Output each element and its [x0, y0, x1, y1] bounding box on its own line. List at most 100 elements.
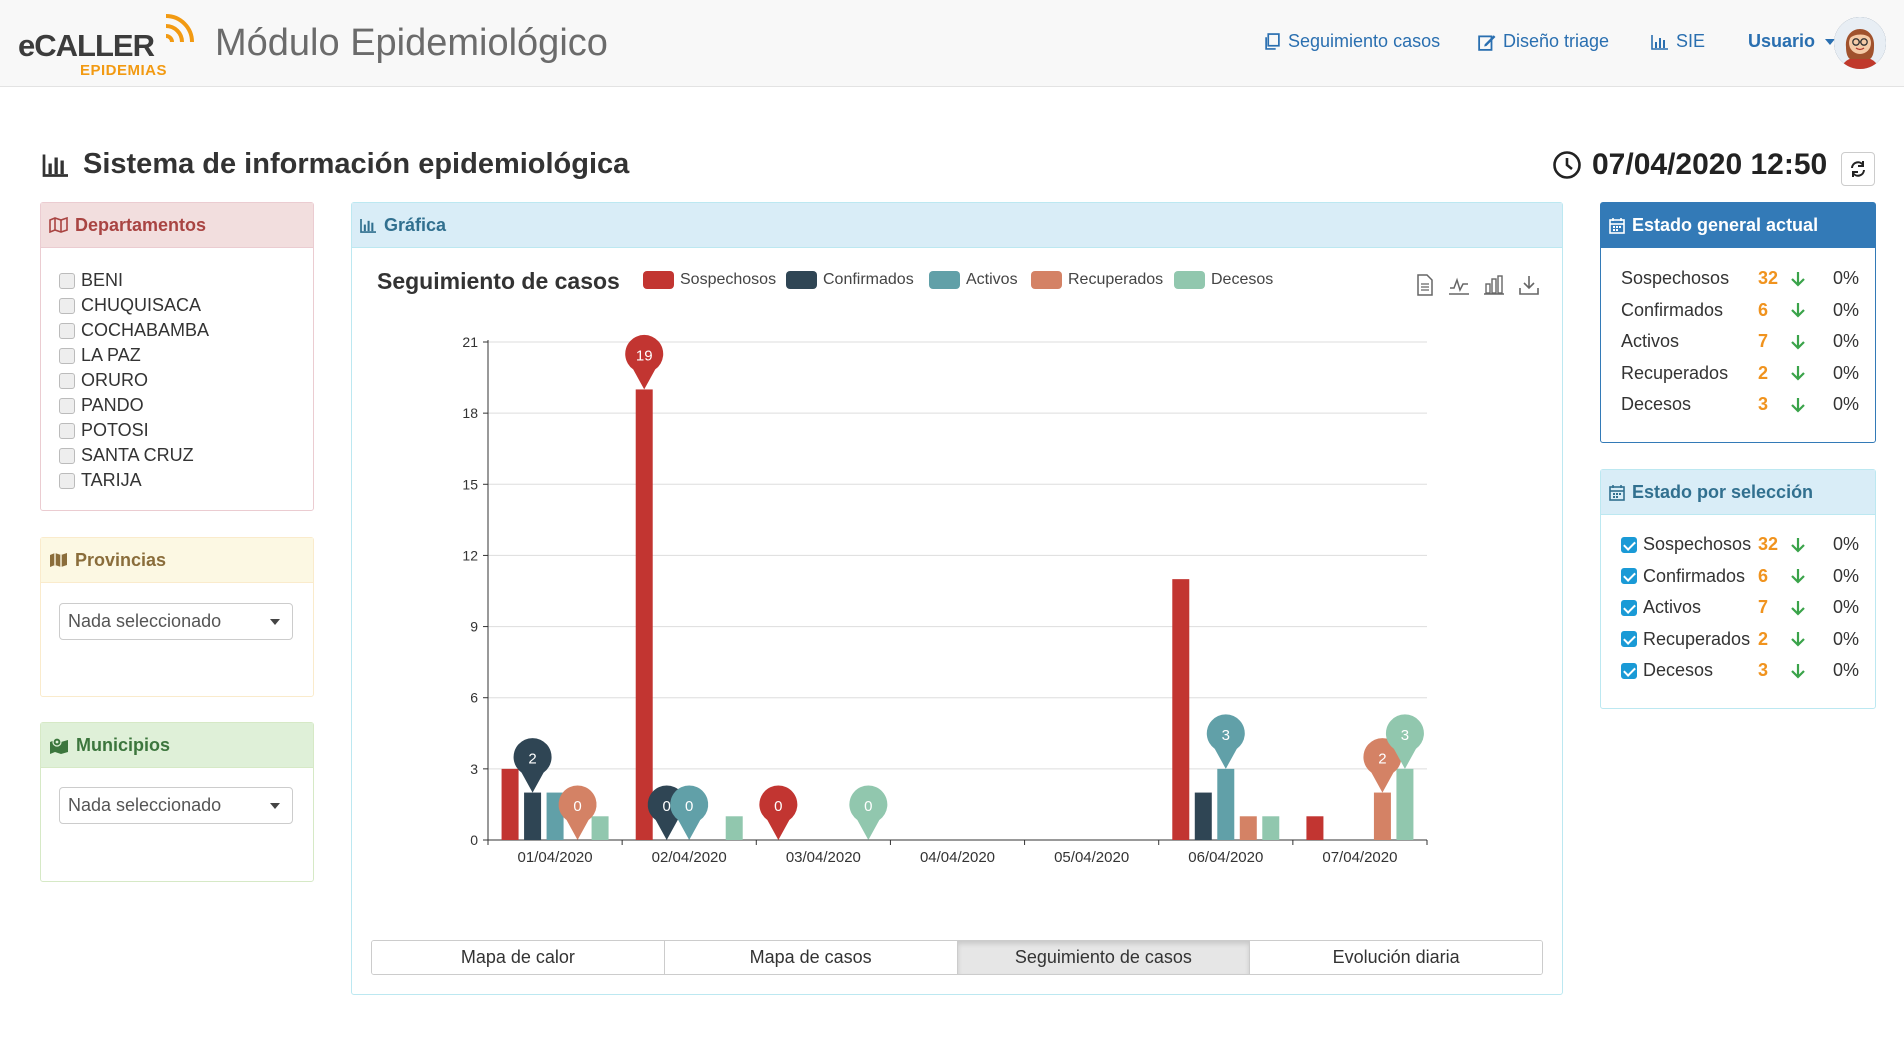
bar-sospechosos [501, 768, 519, 840]
bar-sospechosos [635, 389, 653, 840]
arrow-down-icon [1791, 302, 1833, 318]
x-tick-label: 02/04/2020 [652, 849, 727, 866]
stat-checkbox-label[interactable]: Activos [1621, 597, 1758, 618]
pin-label: 2 [528, 751, 536, 768]
calendar-icon [1609, 484, 1625, 501]
tab-mapa-de-calor[interactable]: Mapa de calor [372, 941, 665, 974]
checkbox[interactable] [1621, 536, 1637, 553]
stat-value: 3 [1758, 660, 1769, 681]
pin-label: 3 [1222, 727, 1230, 744]
stat-value: 32 [1758, 534, 1779, 555]
stat-value: 3 [1758, 394, 1769, 415]
x-tick-label: 03/04/2020 [786, 849, 861, 866]
bar-recuperados [1239, 816, 1257, 840]
x-tick-label: 07/04/2020 [1322, 849, 1397, 866]
data-label-pin: 0 [670, 785, 709, 840]
arrow-down-icon [1791, 537, 1833, 553]
stat-value: 32 [1758, 268, 1779, 289]
pin-label: 0 [774, 798, 782, 815]
stat-label: Confirmados [1621, 299, 1724, 320]
stat-pct: 0% [1833, 597, 1860, 618]
stat-label: Recuperados [1621, 362, 1729, 383]
bar-confirmados [524, 792, 542, 840]
panel-title: Estado general actual [1632, 214, 1819, 235]
bar-decesos [1262, 816, 1280, 840]
bar-decesos [725, 816, 743, 840]
stat-value: 6 [1758, 299, 1769, 320]
x-tick-label: 05/04/2020 [1054, 849, 1129, 866]
bar-confirmados [1194, 792, 1212, 840]
stat-label: Activos [1643, 597, 1702, 618]
y-tick-label: 12 [462, 547, 478, 563]
y-tick-label: 9 [470, 619, 478, 635]
estado-general-table: Sospechosos 32 0% Confirmados 6 0% Activos 7 0… [1621, 263, 1859, 421]
bar-activos [1217, 768, 1235, 840]
arrow-down-icon [1791, 663, 1833, 679]
stat-label: Recuperados [1643, 628, 1751, 649]
y-tick-label: 21 [462, 334, 478, 350]
pin-label: 3 [1401, 727, 1409, 744]
panel-title: Estado por selección [1632, 481, 1814, 502]
stat-checkbox-label[interactable]: Sospechosos [1621, 534, 1758, 555]
stat-row-activos: Activos 7 0% [1621, 592, 1859, 624]
stat-row-confirmados: Confirmados 6 0% [1621, 295, 1859, 327]
stat-checkbox-label[interactable]: Confirmados [1621, 566, 1758, 587]
bar-sospechosos [1306, 816, 1324, 840]
stat-label: Decesos [1621, 394, 1692, 415]
stat-value: 6 [1758, 565, 1769, 586]
stat-row-sospechosos: Sospechosos 32 0% [1621, 529, 1859, 561]
arrow-down-icon [1791, 568, 1833, 584]
tab-evolucion-diaria[interactable]: Evolución diaria [1250, 941, 1542, 974]
estado-seleccion-panel: Estado por selección Sospechosos 32 0% Con… [1600, 469, 1876, 709]
stat-value: 2 [1758, 628, 1769, 649]
checkbox[interactable] [1621, 599, 1637, 616]
stat-row-recuperados: Recuperados 2 0% [1621, 624, 1859, 656]
stat-checkbox-label[interactable]: Decesos [1621, 660, 1758, 681]
stat-label: Sospechosos [1621, 268, 1730, 289]
bar-decesos [591, 816, 609, 840]
estado-general-panel: Estado general actual Sospechosos 32 0% Co… [1600, 202, 1876, 443]
stat-value: 7 [1758, 331, 1769, 352]
tab-seguimiento-de-casos[interactable]: Seguimiento de casos [957, 941, 1251, 974]
grafica-tabs: Mapa de calor Mapa de casos Seguimiento … [371, 940, 1543, 975]
tab-mapa-de-casos[interactable]: Mapa de casos [664, 941, 958, 974]
stat-row-decesos: Decesos 3 0% [1621, 389, 1859, 421]
y-tick-label: 18 [462, 405, 478, 421]
stat-pct: 0% [1833, 628, 1860, 649]
checkbox[interactable] [1621, 568, 1637, 585]
data-label-pin: 2 [513, 738, 552, 793]
data-label-pin: 0 [759, 785, 798, 840]
pin-label: 2 [1378, 751, 1386, 768]
stat-pct: 0% [1833, 299, 1860, 320]
bar-decesos [1396, 768, 1414, 840]
y-tick-label: 6 [470, 690, 478, 706]
stat-row-sospechosos: Sospechosos 32 0% [1621, 263, 1859, 295]
stat-row-decesos: Decesos 3 0% [1621, 655, 1859, 687]
arrow-down-icon [1791, 334, 1833, 350]
stat-row-confirmados: Confirmados 6 0% [1621, 561, 1859, 593]
stat-pct: 0% [1833, 394, 1860, 415]
x-tick-label: 06/04/2020 [1188, 849, 1263, 866]
stat-value: 7 [1758, 597, 1769, 618]
checkbox[interactable] [1621, 662, 1637, 679]
bar-sospechosos [1172, 579, 1190, 840]
x-tick-label: 01/04/2020 [518, 849, 593, 866]
stat-label: Confirmados [1643, 565, 1746, 586]
bar-recuperados [1373, 792, 1391, 840]
pin-label: 0 [685, 798, 693, 815]
checkbox[interactable] [1621, 631, 1637, 648]
y-tick-label: 0 [470, 832, 478, 848]
arrow-down-icon [1791, 365, 1833, 381]
stat-label: Sospechosos [1643, 534, 1752, 555]
arrow-down-icon [1791, 600, 1833, 616]
estado-general-heading: Estado general actual [1601, 203, 1875, 248]
x-tick-label: 04/04/2020 [920, 849, 995, 866]
estado-seleccion-table: Sospechosos 32 0% Confirmados 6 0% Activos 7 0… [1621, 529, 1859, 687]
arrow-down-icon [1791, 631, 1833, 647]
data-label-pin: 19 [625, 334, 664, 390]
stat-row-activos: Activos 7 0% [1621, 326, 1859, 358]
stat-checkbox-label[interactable]: Recuperados [1621, 629, 1758, 650]
pin-label: 19 [636, 347, 653, 364]
stat-pct: 0% [1833, 565, 1860, 586]
pin-label: 0 [864, 798, 872, 815]
